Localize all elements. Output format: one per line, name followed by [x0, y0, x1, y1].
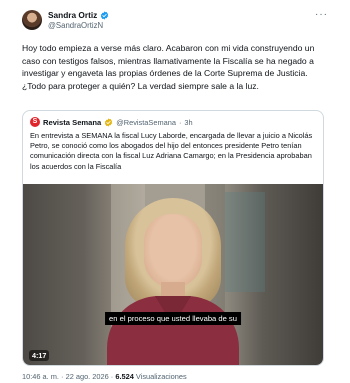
tweet-time[interactable]: 10:46 a. m.: [22, 372, 59, 381]
tweet: Sandra Ortiz @SandraOrtizN ··· Hoy todo …: [0, 0, 350, 383]
video-caption: en el proceso que usted llevaba de su: [105, 312, 241, 325]
quoted-avatar: S: [30, 117, 40, 127]
quoted-author-handle[interactable]: @RevistaSemana: [116, 118, 176, 127]
quoted-tweet-header: S Revista Semana @RevistaSemana · 3h: [30, 117, 193, 127]
author-name[interactable]: Sandra Ortiz: [48, 10, 97, 20]
video-player[interactable]: en el proceso que usted llevaba de su 4:…: [23, 184, 323, 365]
more-options-icon[interactable]: ···: [315, 10, 328, 20]
views-count[interactable]: 6.524: [115, 372, 134, 381]
author-block: Sandra Ortiz @SandraOrtizN: [48, 10, 109, 30]
separator-dot: ·: [110, 372, 114, 381]
video-background: [225, 192, 265, 292]
separator-dot: ·: [178, 117, 182, 127]
separator-dot: ·: [61, 372, 64, 381]
video-duration: 4:17: [29, 350, 50, 361]
avatar[interactable]: [22, 10, 42, 30]
verified-badge-icon: [105, 117, 113, 127]
verified-badge-icon: [101, 10, 109, 20]
tweet-text: Hoy todo empieza a verse más claro. Acab…: [22, 43, 315, 91]
quoted-author-name[interactable]: Revista Semana: [43, 118, 101, 127]
tweet-footer: 10:46 a. m. · 22 ago. 2026 · 6.524 Visua…: [22, 372, 187, 381]
quoted-tweet[interactable]: S Revista Semana @RevistaSemana · 3h En …: [22, 110, 324, 366]
author-row: Sandra Ortiz: [48, 10, 109, 20]
tweet-date[interactable]: 22 ago. 2026: [66, 372, 109, 381]
quoted-timestamp[interactable]: 3h: [184, 118, 192, 127]
author-handle[interactable]: @SandraOrtizN: [48, 21, 109, 30]
video-person-face: [144, 214, 202, 288]
views-label: Visualizaciones: [135, 372, 187, 381]
quoted-tweet-text: En entrevista a SEMANA la fiscal Lucy La…: [30, 131, 313, 171]
